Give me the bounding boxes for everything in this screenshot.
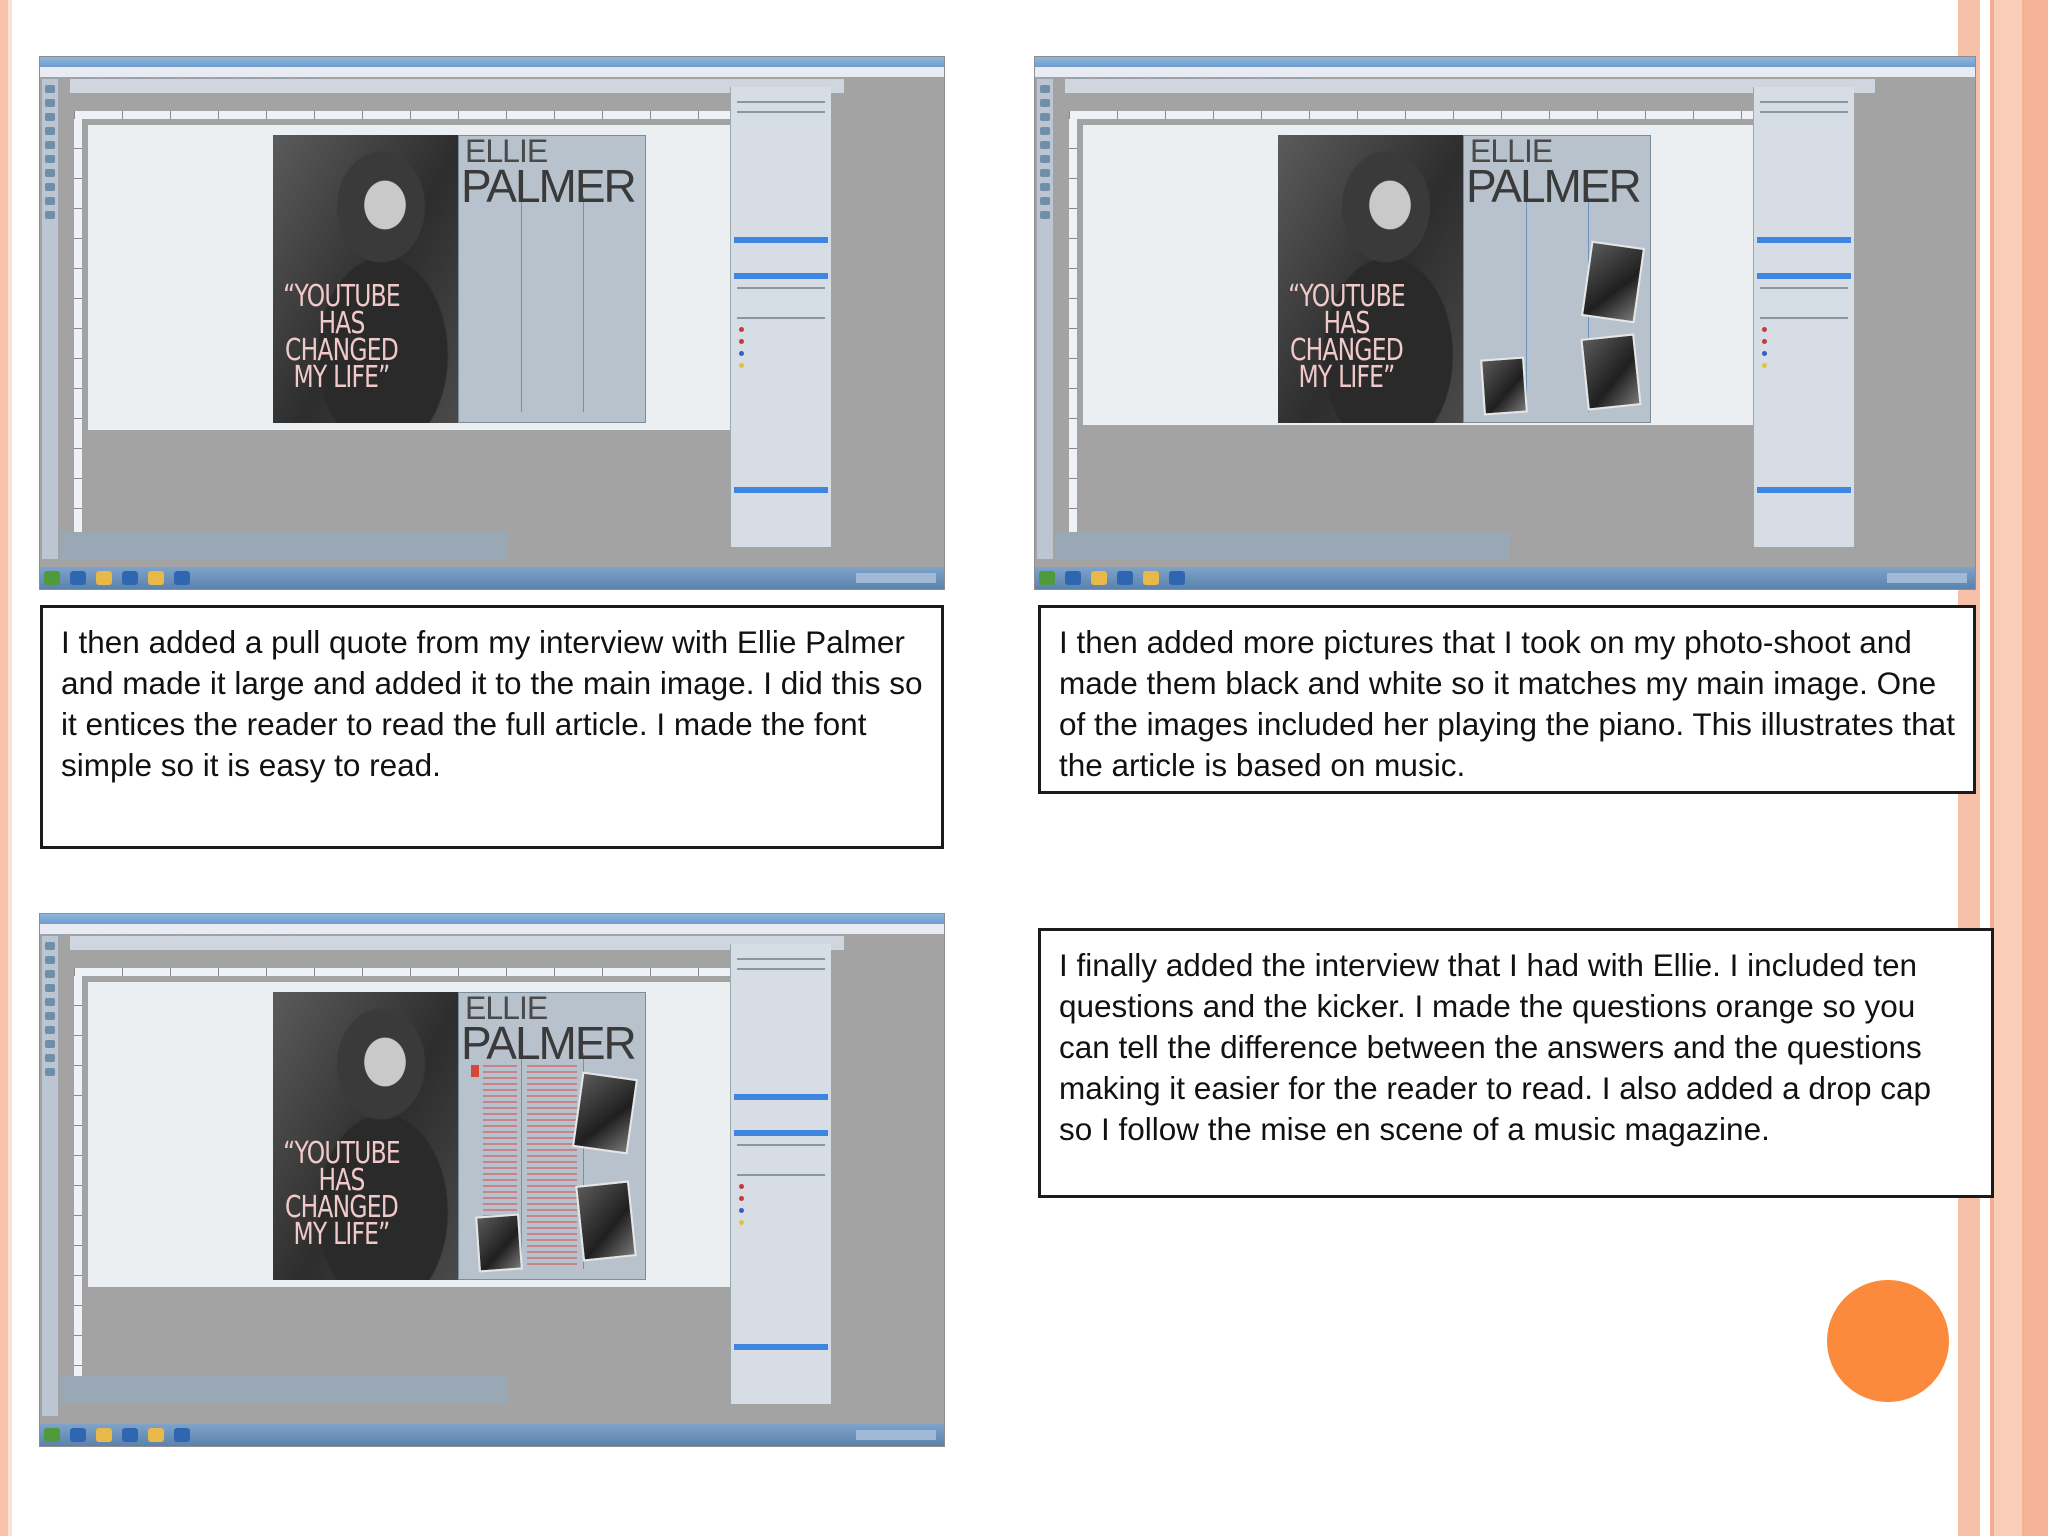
portrait-photo: [1580, 240, 1646, 324]
small-photo: [1480, 356, 1528, 416]
left-decorative-stripe: [0, 0, 8, 1536]
windows-taskbar: [40, 1424, 944, 1446]
main-photo: “YOUTUBE HAS CHANGED MY LIFE”: [273, 135, 458, 423]
caption-interview: I finally added the interview that I had…: [1038, 928, 1994, 1198]
article-page: ELLIE PALMER: [458, 135, 646, 423]
piano-photo: [1580, 333, 1642, 411]
toolbar: [70, 936, 844, 950]
drop-cap: [471, 1065, 479, 1077]
menu-bar: [40, 924, 944, 937]
magazine-spread: “YOUTUBE HAS CHANGED MY LIFE” ELLIE PALM…: [273, 135, 646, 423]
pull-quote: “YOUTUBE HAS CHANGED MY LIFE”: [1288, 279, 1405, 395]
vertical-ruler: [1069, 119, 1077, 539]
caption-pull-quote: I then added a pull quote from my interv…: [40, 605, 944, 849]
tools-palette: [42, 936, 58, 1416]
main-photo: “YOUTUBE HAS CHANGED MY LIFE”: [1278, 135, 1463, 423]
status-bar: [1055, 532, 1510, 560]
screenshot-more-pictures-step: “YOUTUBE HAS CHANGED MY LIFE” ELLIE PALM…: [1035, 57, 1975, 589]
column-guide: [583, 196, 584, 412]
tools-palette: [1037, 79, 1053, 559]
masthead-last-name: PALMER: [1466, 160, 1642, 212]
window-titlebar: [40, 914, 944, 924]
interview-text-column: [527, 1065, 577, 1265]
layers-panel: [1753, 87, 1854, 547]
article-page: ELLIE PALMER: [458, 992, 646, 1280]
small-photo: [475, 1213, 523, 1273]
column-guide: [521, 1053, 522, 1269]
window-titlebar: [1035, 57, 1975, 67]
piano-photo: [575, 1180, 637, 1262]
left-decorative-stripe-inner: [8, 0, 12, 1536]
magazine-spread: “YOUTUBE HAS CHANGED MY LIFE” ELLIE PALM…: [1278, 135, 1651, 423]
status-bar: [60, 532, 508, 560]
article-page: ELLIE PALMER: [1463, 135, 1651, 423]
portrait-photo: [571, 1071, 639, 1155]
vertical-ruler: [74, 976, 82, 1396]
right-decorative-band-gap: [1980, 0, 1990, 1536]
window-titlebar: [40, 57, 944, 67]
right-decorative-band-wide: [1994, 0, 2022, 1536]
screenshot-pull-quote-step: “YOUTUBE HAS CHANGED MY LIFE” ELLIE PALM…: [40, 57, 944, 589]
column-guide: [521, 196, 522, 412]
horizontal-ruler: [74, 968, 764, 976]
masthead-last-name: PALMER: [461, 160, 637, 212]
toolbar: [70, 79, 844, 93]
windows-taskbar: [1035, 567, 1975, 589]
right-decorative-band-edge: [2022, 0, 2048, 1536]
pull-quote: “YOUTUBE HAS CHANGED MY LIFE”: [283, 279, 400, 395]
vertical-ruler: [74, 119, 82, 539]
layers-panel: [730, 87, 831, 547]
menu-bar: [1035, 67, 1975, 80]
caption-more-pictures: I then added more pictures that I took o…: [1038, 605, 1976, 794]
layers-panel: [730, 944, 831, 1404]
main-photo: “YOUTUBE HAS CHANGED MY LIFE”: [273, 992, 458, 1280]
tools-palette: [42, 79, 58, 559]
status-bar: [60, 1376, 508, 1404]
orange-circle-decoration: [1827, 1280, 1949, 1402]
horizontal-ruler: [1069, 111, 1789, 119]
horizontal-ruler: [74, 111, 764, 119]
screenshot-interview-step: “YOUTUBE HAS CHANGED MY LIFE” ELLIE PALM…: [40, 914, 944, 1446]
column-guide: [1526, 196, 1527, 412]
magazine-spread: “YOUTUBE HAS CHANGED MY LIFE” ELLIE PALM…: [273, 992, 646, 1280]
windows-taskbar: [40, 567, 944, 589]
pull-quote: “YOUTUBE HAS CHANGED MY LIFE”: [283, 1136, 400, 1252]
menu-bar: [40, 67, 944, 80]
masthead-last-name: PALMER: [461, 1017, 637, 1069]
